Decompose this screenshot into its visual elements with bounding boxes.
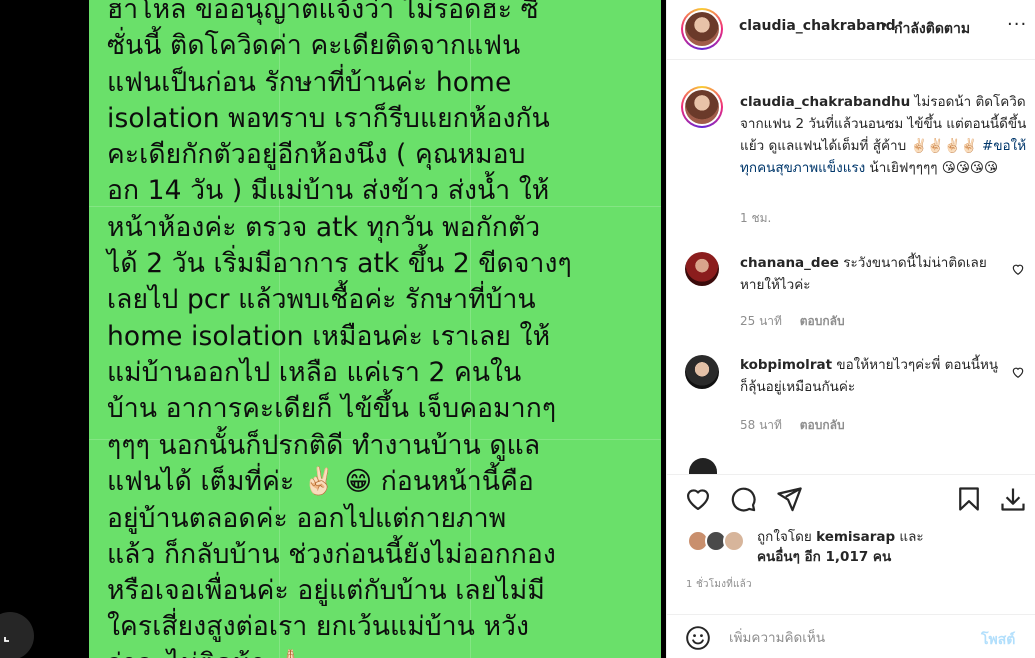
image-text-line: อก 14 วัน ) มีแม่บ้าน ส่งข้าว ส่งน้ำ ให้ — [107, 175, 550, 207]
likes-summary: ถูกใจโดย kemisarap และ คนอื่นๆ อีก 1,017… — [687, 527, 1027, 567]
image-text-segment: ก่อนหน้านี้คือ — [380, 465, 534, 497]
comment-username-link[interactable]: chanana_dee — [740, 255, 839, 271]
comment-input[interactable] — [729, 627, 969, 649]
like-heart-icon[interactable] — [684, 485, 712, 513]
post-caption: claudia_chakrabandhu ไม่รอดน้า ติดโควิดจ… — [740, 91, 1028, 179]
post-header: claudia_chakraband • กำลังติดตาม ··· — [667, 0, 1035, 60]
image-text-line: แม่บ้านออกไป เหลือ แค่เรา 2 คนใน — [107, 356, 522, 388]
image-text-line: แฟนได้ เต็มที่ค่ะ ✌🏻 😁 ก่อนหน้านี้คือ — [107, 464, 652, 501]
likes-text: ถูกใจโดย kemisarap และ คนอื่นๆ อีก 1,017… — [757, 527, 1027, 567]
image-text-line: ฮาโหล ขออนุญาตแจ้งว่า ไม่รอดฮะ ซี — [107, 0, 539, 25]
victory-hand-icon: ✌🏻 — [302, 466, 336, 498]
avatar — [723, 530, 745, 552]
caption-story-ring[interactable] — [681, 86, 723, 128]
image-text-line: แล้ว ก็กลับบ้าน ช่วงก่อนนี้ยังไม่ออกกอง — [107, 538, 556, 570]
post-timestamp[interactable]: 1 ชั่วโมงที่แล้ว — [686, 577, 752, 592]
folded-hands-icon: 🙏🏻 — [274, 646, 307, 658]
victory-hand-icon: ✌🏻✌🏻✌🏻✌🏻 — [910, 138, 978, 154]
comment-body: chanana_dee ระวังขนาดนี้ไม่น่าติดเลย หาย… — [740, 252, 1002, 296]
story-ring[interactable] — [681, 8, 723, 50]
image-text-line: home isolation เหมือนค่ะ เราเลย ให้ — [107, 320, 551, 352]
image-text-line: ว่าจะไม่ติดน้า 🙏🏻 — [107, 646, 652, 658]
image-text-line: isolation พอทราบ เราก็รีบแยกห้องกัน — [107, 102, 550, 134]
comment-meta: 58 นาที ตอบกลับ — [740, 416, 859, 435]
commenter-avatar[interactable] — [685, 252, 719, 286]
avatar — [685, 90, 719, 124]
image-text-line: เลยไป pcr แล้วพบเชื้อค่ะ รักษาที่บ้าน — [107, 284, 536, 316]
image-text-line: อยู่บ้านตลอดค่ะ ออกไปแต่กายภาพ — [107, 502, 507, 534]
comment-bubble-icon[interactable] — [729, 485, 757, 513]
image-text-segment: แฟนได้ เต็มที่ค่ะ — [107, 465, 295, 497]
expand-icon — [4, 637, 9, 642]
like-comment-heart-icon[interactable] — [1011, 365, 1025, 379]
post-media-area: ฮาโหล ขออนุญาตแจ้งว่า ไม่รอดฮะ ซี ซั่นนี… — [0, 0, 666, 658]
comment-body: kobpimolrat ขอให้หายไวๆค่ะพี่ ตอนนี้หนูก… — [740, 354, 1002, 398]
image-text-line: คะเดียกักตัวอยู่อีกห้องนึง ( คุณหมอบ — [107, 139, 526, 171]
following-button[interactable]: กำลังติดตาม — [894, 18, 970, 40]
separator-dot: • — [880, 18, 889, 34]
save-bookmark-icon[interactable] — [955, 485, 983, 513]
post-side-panel: claudia_chakraband • กำลังติดตาม ··· cla… — [666, 0, 1035, 658]
grinning-face-icon: 😁 — [344, 466, 373, 498]
more-options-icon[interactable]: ··· — [1007, 14, 1027, 35]
comment-time[interactable]: 58 นาที — [740, 418, 782, 432]
caption-username-link[interactable]: claudia_chakrabandhu — [740, 94, 910, 110]
add-comment-bar: โพสต์ — [667, 614, 1035, 658]
post-image[interactable]: ฮาโหล ขออนุญาตแจ้งว่า ไม่รอดฮะ ซี ซั่นนี… — [89, 0, 661, 658]
image-text-line: ซั่นนี้ ติดโควิดค่า คะเดียติดจากแฟน — [107, 30, 521, 62]
image-text-line: ได้ 2 วัน เริ่มมีอาการ atk ขึ้น 2 ขีดจาง… — [107, 248, 572, 280]
instagram-post-modal: ฮาโหล ขออนุญาตแจ้งว่า ไม่รอดฮะ ซี ซั่นนี… — [0, 0, 1035, 658]
likes-count-link[interactable]: คนอื่นๆ อีก 1,017 คน — [757, 549, 891, 565]
image-text-line: หน้าห้องค่ะ ตรวจ atk ทุกวัน พอกักตัว — [107, 211, 541, 243]
image-text-segment: ว่าจะไม่ติดน้า — [107, 648, 266, 658]
download-icon[interactable] — [999, 485, 1027, 513]
commenter-avatar-partial — [689, 458, 717, 474]
comment-time[interactable]: 25 นาที — [740, 314, 782, 328]
image-text-line: ๆๆๆ นอกนั้นก็ปรกติดี ทำงานบ้าน ดูแล — [107, 429, 541, 461]
comment-username-link[interactable]: kobpimolrat — [740, 357, 832, 373]
reply-button[interactable]: ตอบกลับ — [800, 418, 845, 432]
image-text-line: หรือเจอเพื่อนค่ะ อยู่แต่กับบ้าน เลยไม่มี — [107, 575, 545, 607]
header-username-link[interactable]: claudia_chakraband — [739, 18, 896, 34]
share-paper-plane-icon[interactable] — [775, 485, 803, 513]
likes-and: และ — [899, 529, 924, 545]
post-image-text: ฮาโหล ขออนุญาตแจ้งว่า ไม่รอดฮะ ซี ซั่นนี… — [107, 0, 652, 658]
reply-button[interactable]: ตอบกลับ — [800, 314, 845, 328]
like-comment-heart-icon[interactable] — [1011, 262, 1025, 276]
image-text-line: บ้าน อาการคะเดียก็ ไข้ขึ้น เจ็บคอมากๆ — [107, 393, 557, 425]
expand-button[interactable] — [0, 612, 34, 658]
comment-meta: 25 นาที ตอบกลับ — [740, 312, 859, 331]
liker-username-link[interactable]: kemisarap — [816, 529, 895, 545]
post-comment-button[interactable]: โพสต์ — [981, 629, 1015, 651]
commenter-avatar[interactable] — [685, 355, 719, 389]
avatar — [685, 12, 719, 46]
emoji-smiley-icon[interactable] — [685, 625, 711, 651]
likes-prefix: ถูกใจโดย — [757, 529, 812, 545]
caption-timestamp[interactable]: 1 ชม. — [740, 209, 771, 228]
post-action-bar — [667, 474, 1035, 524]
image-text-line: ใครเสี่ยงสูงต่อเรา ยกเว้นแม่บ้าน หวัง — [107, 611, 530, 643]
image-text-line: แฟนเป็นก่อน รักษาที่บ้านค่ะ home — [107, 66, 512, 98]
kissing-face-icon: 😘😘😘😘 — [941, 160, 999, 176]
caption-text-end: น้าเยิฟๆๆๆๆ — [869, 160, 938, 176]
